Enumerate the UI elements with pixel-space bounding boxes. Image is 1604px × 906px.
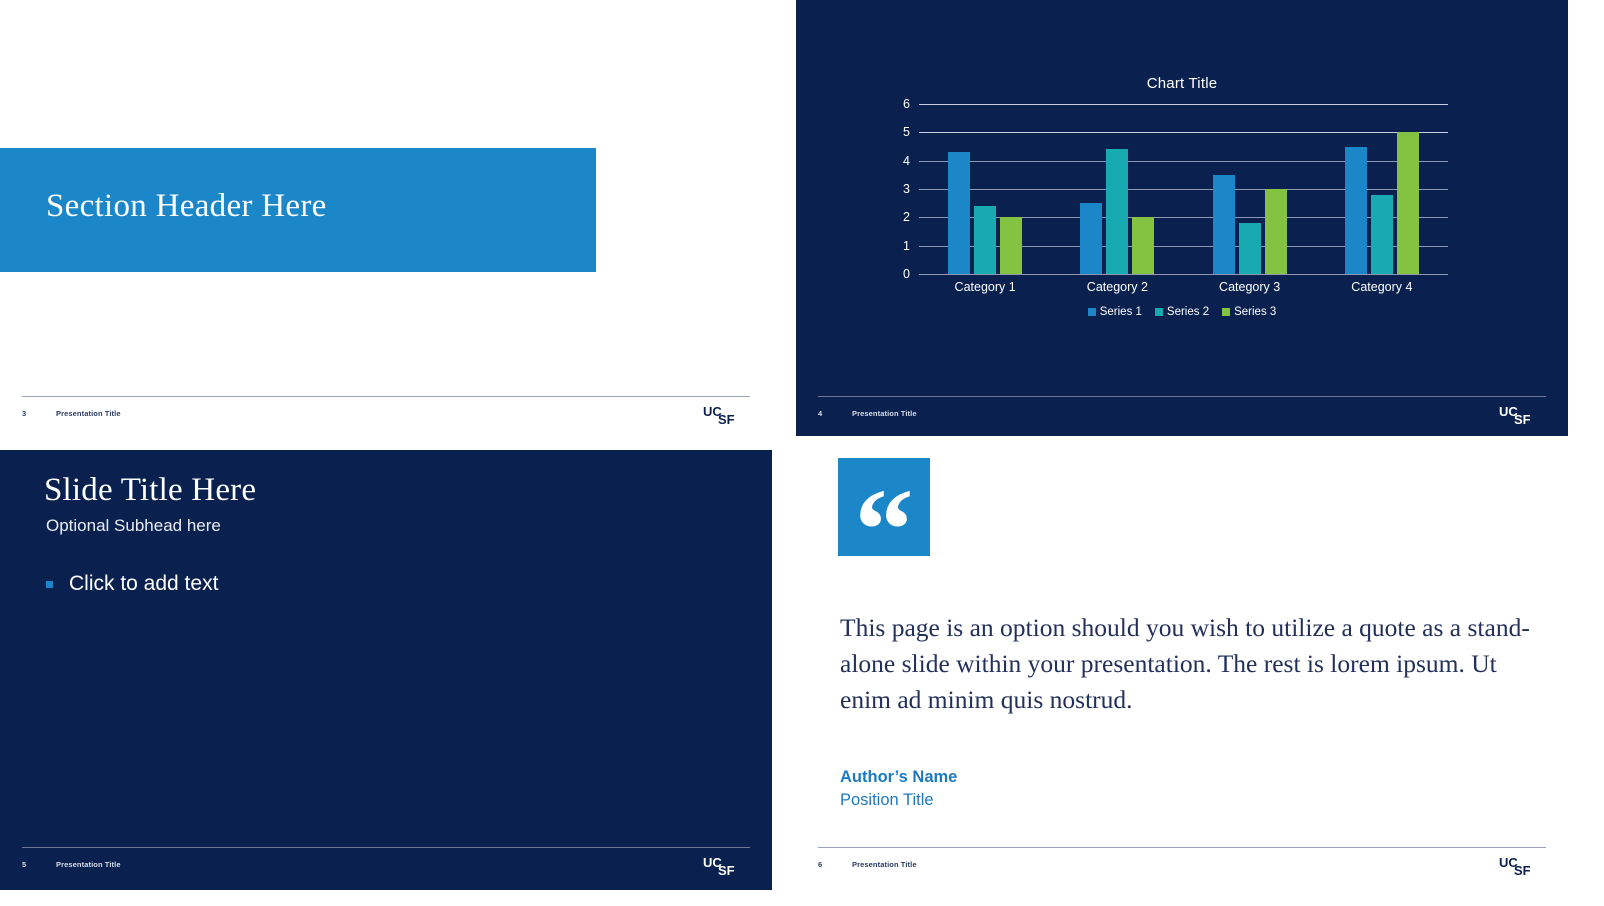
slide-footer: 3 Presentation Title xyxy=(22,409,121,418)
chart-y-tick-label: 4 xyxy=(903,153,910,168)
chart-y-tick-label: 5 xyxy=(903,125,910,140)
footer-presentation-title: Presentation Title xyxy=(56,409,121,418)
chart-bar[interactable] xyxy=(1264,189,1287,274)
chart-bar[interactable] xyxy=(1132,217,1155,274)
slide-title-body[interactable]: Slide Title Here Optional Subhead here C… xyxy=(0,450,772,890)
chart-legend-item[interactable]: Series 2 xyxy=(1154,306,1210,318)
footer-divider xyxy=(818,396,1546,397)
chart-bar[interactable] xyxy=(1080,203,1103,274)
chart-legend: Series 1 Series 2 Series 3 xyxy=(814,306,1550,318)
footer-divider xyxy=(22,847,750,848)
chart-x-tick-label: Category 1 xyxy=(954,280,1016,294)
slide-title: Slide Title Here xyxy=(44,472,257,508)
legend-series-label: Series 2 xyxy=(1166,306,1210,318)
footer-presentation-title: Presentation Title xyxy=(56,860,121,869)
footer-presentation-title: Presentation Title xyxy=(852,409,917,418)
slide-section-header[interactable]: Section Header Here 3 Presentation Title… xyxy=(0,0,772,440)
chart-gridline xyxy=(919,274,1448,275)
slide-quote[interactable]: “ This page is an option should you wish… xyxy=(796,450,1568,890)
chart-bar[interactable] xyxy=(1344,146,1367,274)
quote-mark-badge: “ xyxy=(838,458,930,589)
chart-bar[interactable] xyxy=(1212,174,1235,274)
chart-bar[interactable] xyxy=(1106,149,1129,274)
chart-container: Chart Title 0 1 2 3 4 5 6 Category 1 Category 2… xyxy=(814,75,1550,365)
ucsf-logo: UC SF xyxy=(1499,402,1547,428)
chart-y-tick-label: 2 xyxy=(903,210,910,225)
footer-divider xyxy=(818,847,1546,848)
slide-footer: 5 Presentation Title xyxy=(22,860,121,869)
chart-x-tick-label: Category 4 xyxy=(1351,280,1413,294)
chart-bars xyxy=(919,104,1448,274)
chart-category-group xyxy=(1051,104,1183,274)
chart-title: Chart Title xyxy=(1146,75,1218,92)
footer-divider xyxy=(22,396,750,397)
svg-text:SF: SF xyxy=(718,863,735,878)
svg-text:SF: SF xyxy=(718,412,735,427)
bullet-square-icon xyxy=(46,580,53,588)
slide-number: 4 xyxy=(818,409,823,418)
chart-bar[interactable] xyxy=(1370,194,1393,274)
slide-number: 3 xyxy=(22,409,27,418)
svg-text:SF: SF xyxy=(1514,863,1531,878)
chart-y-tick-label: 1 xyxy=(903,238,910,253)
slide-number: 5 xyxy=(22,860,27,869)
legend-series-label: Series 1 xyxy=(1099,306,1142,318)
body-placeholder-text: Click to add text xyxy=(69,572,219,595)
section-header-band: Section Header Here xyxy=(0,148,596,272)
legend-swatch-icon xyxy=(1222,308,1231,316)
chart-bar[interactable] xyxy=(974,206,997,274)
chart-legend-item[interactable]: Series 1 xyxy=(1087,306,1142,318)
ucsf-logo: UC SF xyxy=(1499,853,1547,879)
quote-author-name: Author’s Name xyxy=(840,768,958,786)
chart-legend-item[interactable]: Series 3 xyxy=(1222,306,1276,318)
body-bullet-item[interactable]: Click to add text xyxy=(46,572,218,596)
chart-bar[interactable] xyxy=(1396,132,1419,274)
chart-bar[interactable] xyxy=(1000,217,1023,274)
svg-text:SF: SF xyxy=(1514,412,1531,427)
slide-number: 6 xyxy=(818,860,823,869)
section-header-title: Section Header Here xyxy=(46,188,327,224)
chart-bar[interactable] xyxy=(1238,223,1261,274)
chart-plot-area: 0 1 2 3 4 5 6 xyxy=(903,98,1448,280)
chart-category-group xyxy=(1316,104,1448,274)
slide-footer: 4 Presentation Title xyxy=(818,409,917,418)
quote-author-position: Position Title xyxy=(840,791,934,809)
chart-x-axis-labels: Category 1 Category 2 Category 3 Category 4 xyxy=(919,280,1448,294)
footer-presentation-title: Presentation Title xyxy=(852,860,917,869)
legend-swatch-icon xyxy=(1154,308,1163,316)
quote-body-text: This page is an option should you wish t… xyxy=(840,613,1530,715)
chart-y-tick-label: 6 xyxy=(903,96,910,111)
ucsf-logo: UC SF xyxy=(703,853,751,879)
chart-category-group xyxy=(919,104,1051,274)
legend-series-label: Series 3 xyxy=(1234,306,1277,318)
chart-bar[interactable] xyxy=(948,152,971,274)
chart-x-tick-label: Category 3 xyxy=(1219,280,1281,294)
slide-chart[interactable]: Chart Title 0 1 2 3 4 5 6 Category 1 Category 2… xyxy=(796,0,1568,436)
chart-category-group xyxy=(1184,104,1316,274)
ucsf-logo: UC SF xyxy=(703,402,751,428)
chart-y-tick-label: 3 xyxy=(903,181,910,196)
slide-footer: 6 Presentation Title xyxy=(818,860,917,869)
chart-y-tick-label: 0 xyxy=(903,266,910,281)
legend-swatch-icon xyxy=(1087,308,1096,316)
slide-subhead: Optional Subhead here xyxy=(46,516,221,535)
chart-x-tick-label: Category 2 xyxy=(1086,280,1148,294)
